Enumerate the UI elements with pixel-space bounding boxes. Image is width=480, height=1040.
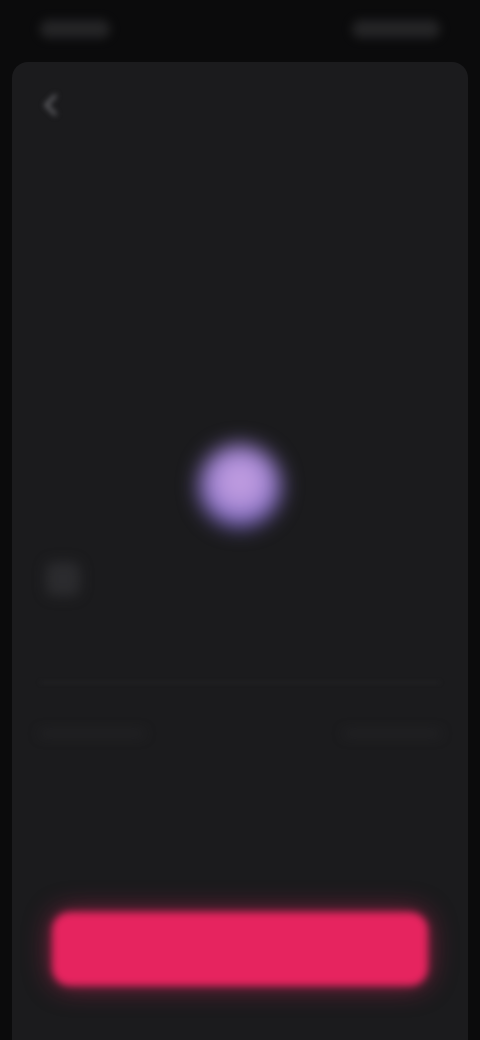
settings-row[interactable] <box>40 248 440 278</box>
primary-action-button[interactable] <box>52 912 428 986</box>
status-indicators <box>352 20 440 38</box>
divider-line <box>344 732 440 735</box>
settings-row[interactable] <box>40 312 440 342</box>
chevron-left-icon[interactable] <box>38 92 64 118</box>
side-icon[interactable] <box>46 562 80 596</box>
choice-selector <box>40 716 440 752</box>
divider-line <box>40 732 144 735</box>
app-screen <box>0 0 480 1040</box>
divider <box>40 682 440 683</box>
avatar[interactable] <box>198 444 282 528</box>
status-time <box>40 20 110 38</box>
section-label <box>40 392 440 422</box>
settings-sheet <box>12 62 468 1040</box>
status-bar <box>0 0 480 62</box>
settings-row[interactable] <box>40 176 440 206</box>
